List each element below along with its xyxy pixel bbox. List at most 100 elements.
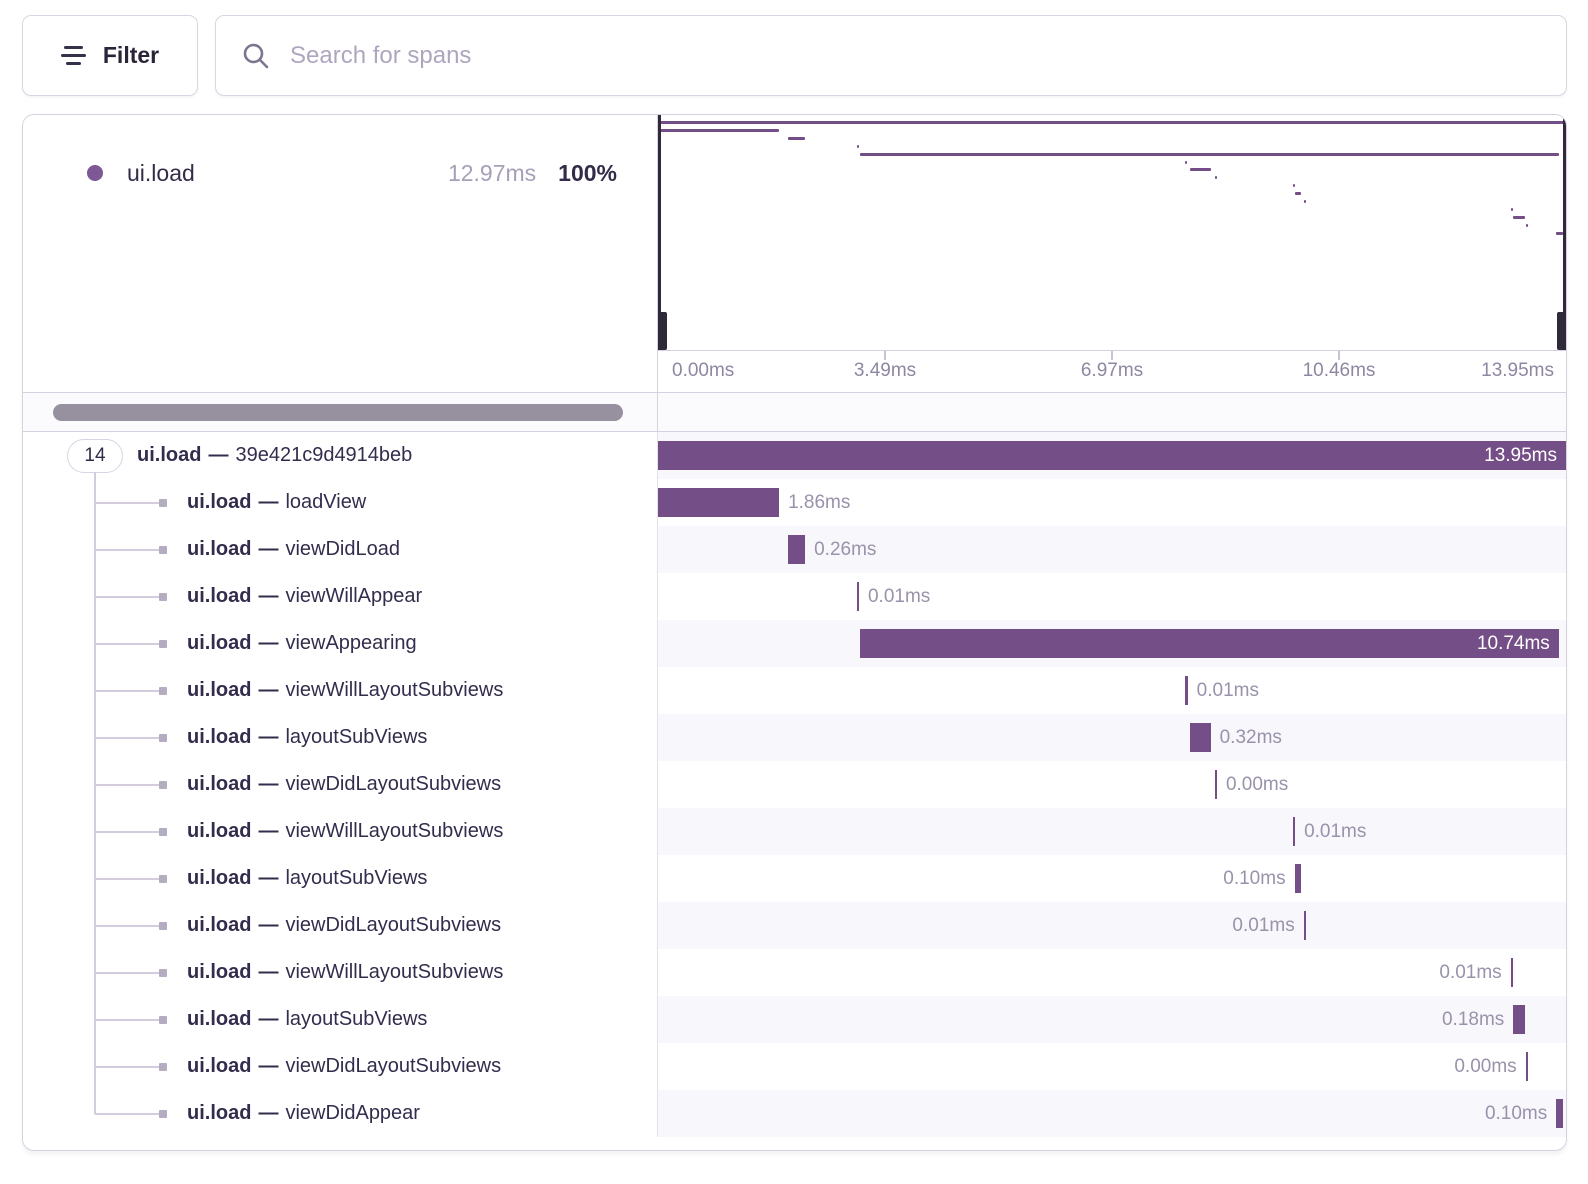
tree-trunk-line <box>94 472 96 479</box>
tree-connector-line <box>95 596 159 598</box>
span-row[interactable]: ui.load—viewAppearing10.74ms <box>23 620 1566 667</box>
span-op: ui.load <box>187 914 251 936</box>
span-tree-cell: ui.load—layoutSubViews <box>23 855 658 902</box>
span-bar[interactable] <box>1556 1099 1563 1128</box>
span-bar[interactable] <box>1185 676 1187 705</box>
minimap-span-bar <box>1513 216 1525 219</box>
scrollbar-thumb[interactable] <box>53 404 623 421</box>
legend-panel: ui.load 12.97ms 100% <box>23 115 658 392</box>
span-children-count-badge[interactable]: 14 <box>67 439 123 473</box>
minimap-span-bar <box>788 137 805 140</box>
filter-icon <box>61 46 87 65</box>
minimap-left-drag-handle[interactable] <box>658 312 667 350</box>
legend-row-ui-load[interactable]: ui.load 12.97ms 100% <box>23 151 657 195</box>
filter-button[interactable]: Filter <box>22 15 198 96</box>
span-label: ui.load — viewDidLayoutSubviews <box>187 902 501 949</box>
span-op: ui.load <box>187 1102 251 1124</box>
span-bar[interactable] <box>1293 817 1295 846</box>
span-waterfall-cell: 0.10ms <box>658 1090 1566 1137</box>
span-bar[interactable] <box>1511 958 1513 987</box>
span-tree-cell: ui.load—viewDidLayoutSubviews <box>23 1043 658 1090</box>
axis-label: 10.46ms <box>1303 360 1376 382</box>
span-label: ui.load—viewWillLayoutSubviews <box>187 949 503 996</box>
tree-connector-line <box>95 502 159 504</box>
span-waterfall-cell: 1.86ms <box>658 479 1566 526</box>
minimap-right-drag-handle[interactable] <box>1557 312 1566 350</box>
span-label-separator: — <box>258 914 278 936</box>
span-waterfall-cell: 0.10ms <box>658 855 1566 902</box>
span-label: ui.load—layoutSubViews <box>187 855 427 902</box>
span-row[interactable]: ui.load—viewDidLayoutSubviews 0.00ms <box>23 1043 1566 1090</box>
span-bar[interactable] <box>1513 1005 1525 1034</box>
span-row[interactable]: 14ui.load—39e421c9d4914beb13.95ms <box>23 432 1566 479</box>
span-bar[interactable] <box>1215 770 1217 799</box>
span-bar[interactable] <box>1526 1052 1528 1081</box>
span-rows: 14ui.load—39e421c9d4914beb13.95ms ui.load… <box>23 432 1566 1150</box>
minimap-span-bar <box>658 121 1566 124</box>
span-row[interactable]: ui.load—viewDidLayoutSubviews0.00ms <box>23 761 1566 808</box>
span-row[interactable]: ui.load—loadView1.86ms <box>23 479 1566 526</box>
span-description: viewDidLoad <box>285 538 400 560</box>
tree-connector-line <box>95 925 159 927</box>
tree-connector-line <box>95 784 159 786</box>
span-row[interactable]: ui.load—viewWillLayoutSubviews 0.01ms <box>23 949 1566 996</box>
span-duration-label: 0.01ms <box>1439 949 1501 996</box>
timeline-axis: 0.00ms3.49ms6.97ms10.46ms13.95ms <box>658 351 1566 392</box>
trace-header: ui.load 12.97ms 100% 0.00ms3.49ms6.97ms1… <box>23 115 1566 393</box>
minimap-span-bar <box>1293 184 1295 187</box>
span-duration-label: 0.01ms <box>1304 808 1366 855</box>
axis-label: 6.97ms <box>1081 360 1143 382</box>
tree-connector-dot <box>159 922 167 930</box>
span-row[interactable]: ui.load—viewWillAppear0.01ms <box>23 573 1566 620</box>
span-bar[interactable] <box>658 488 779 517</box>
span-op: ui.load <box>187 961 251 983</box>
span-bar[interactable] <box>1295 864 1302 893</box>
span-waterfall-cell: 0.18ms <box>658 996 1566 1043</box>
span-label: ui.load—layoutSubViews <box>187 996 427 1043</box>
span-row[interactable]: ui.load—viewWillLayoutSubviews0.01ms <box>23 667 1566 714</box>
search-input[interactable] <box>290 42 1542 70</box>
span-op: ui.load <box>187 1008 251 1030</box>
span-label-separator: — <box>258 773 278 795</box>
span-waterfall-cell: 0.01ms <box>658 808 1566 855</box>
span-row[interactable]: ui.load—layoutSubViews 0.18ms <box>23 996 1566 1043</box>
tree-connector-line <box>95 690 159 692</box>
span-waterfall-cell: 0.01ms <box>658 902 1566 949</box>
span-bar[interactable] <box>788 535 805 564</box>
trace-panel: ui.load 12.97ms 100% 0.00ms3.49ms6.97ms1… <box>22 114 1567 1151</box>
span-description: loadView <box>285 491 366 513</box>
tree-connector-line <box>95 1066 159 1068</box>
scrollbar-track[interactable] <box>23 393 658 431</box>
span-description: viewDidLayoutSubviews <box>285 914 501 936</box>
span-row[interactable]: ui.load—viewDidAppear0.10ms <box>23 1090 1566 1137</box>
span-row[interactable]: ui.load—layoutSubViews0.32ms <box>23 714 1566 761</box>
span-op: ui.load <box>187 820 251 842</box>
tree-connector-dot <box>159 1063 167 1071</box>
span-row[interactable]: ui.load—viewDidLoad0.26ms <box>23 526 1566 573</box>
span-tree-cell: ui.load—viewWillLayoutSubviews <box>23 808 658 855</box>
span-tree-cell: 14ui.load—39e421c9d4914beb <box>23 432 658 479</box>
span-bar[interactable]: 10.74ms <box>860 629 1559 658</box>
span-tree-cell: ui.load—viewWillLayoutSubviews <box>23 949 658 996</box>
span-op: ui.load <box>187 726 251 748</box>
span-row[interactable]: ui.load—layoutSubViews 0.10ms <box>23 855 1566 902</box>
span-waterfall-cell: 10.74ms <box>658 620 1566 667</box>
trace-minimap[interactable] <box>658 115 1566 351</box>
span-bar[interactable] <box>1304 911 1306 940</box>
span-row[interactable]: ui.load—viewWillLayoutSubviews 0.01ms <box>23 808 1566 855</box>
minimap-span-bar <box>1304 200 1306 203</box>
span-description: viewDidAppear <box>285 1102 420 1124</box>
span-bar[interactable] <box>1190 723 1211 752</box>
span-tree-cell: ui.load—layoutSubViews <box>23 996 658 1043</box>
tree-connector-dot <box>159 875 167 883</box>
span-bar[interactable]: 13.95ms <box>658 441 1566 470</box>
span-description: layoutSubViews <box>285 726 427 748</box>
span-label: ui.load—layoutSubViews <box>187 714 427 761</box>
span-waterfall-cell: 0.01ms <box>658 949 1566 996</box>
span-bar[interactable] <box>857 582 859 611</box>
span-search-box[interactable] <box>215 15 1567 96</box>
span-row[interactable]: ui.load — viewDidLayoutSubviews 0.01ms <box>23 902 1566 949</box>
span-tree-cell: ui.load—viewDidAppear <box>23 1090 658 1137</box>
span-tree-cell: ui.load—layoutSubViews <box>23 714 658 761</box>
span-duration-label: 0.00ms <box>1454 1043 1516 1090</box>
